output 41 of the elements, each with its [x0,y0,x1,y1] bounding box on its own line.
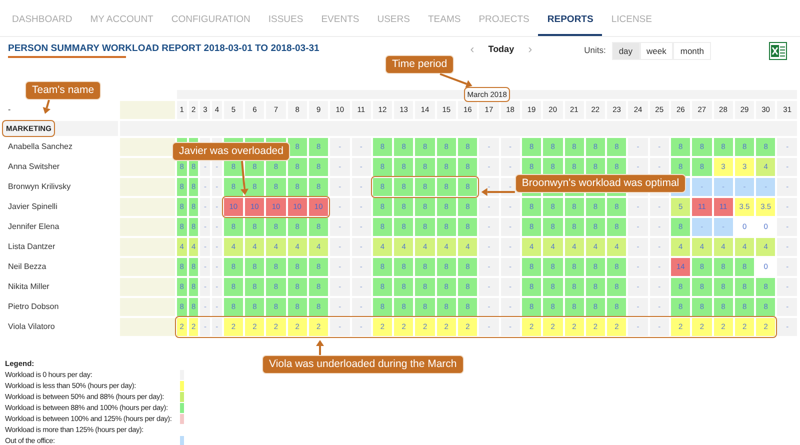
nav-tab[interactable]: EVENTS [312,14,368,36]
spacer-cell [119,177,176,197]
callout-arrow [240,160,248,195]
nav-tab[interactable]: REPORTS [538,14,602,36]
next-button[interactable]: › [521,42,540,56]
callout-arrow [481,188,515,196]
unit-button[interactable]: week [640,42,674,60]
unit-button[interactable]: day [612,42,640,60]
spacer-cell [119,197,176,217]
spacer-cell [119,297,176,317]
spacer-cell [119,237,176,257]
nav-tab[interactable]: LICENSE [602,14,661,36]
callout: Viola was underloaded during the March [262,355,464,374]
nav-tab[interactable]: TEAMS [418,14,470,36]
spacer-cell [119,257,176,277]
today-button[interactable]: Today [481,42,522,56]
callout: Time period [385,55,454,74]
report-title: PERSON SUMMARY WORKLOAD REPORT 2018-03-01 TO 2018-03-31 [8,43,320,55]
nav-tab[interactable]: CONFIGURATION [162,14,260,36]
nav-tab[interactable]: ISSUES [259,14,312,36]
units-label: Units: [584,44,606,57]
callout: Team's name [25,81,102,100]
highlight-frame [464,87,510,102]
callout-arrow [316,340,324,355]
callout: Broonwyn's workload was optimal [514,174,686,193]
nav-tab[interactable]: PROJECTS [470,14,538,36]
spacer-cell [119,217,176,237]
highlight-frame [2,120,56,137]
nav-tab[interactable]: MY ACCOUNT [81,14,162,36]
spacer-cell [119,100,176,120]
previous-button[interactable]: ‹ [463,42,482,56]
spacer-cell [119,277,176,297]
unit-button[interactable]: month [673,42,711,60]
spreadsheet-export-icon[interactable] [769,42,787,60]
nav-tab[interactable]: DASHBOARD [3,14,82,36]
nav-tab[interactable]: USERS [368,14,419,36]
callout-arrow [440,73,472,88]
spacer-cell [119,317,176,337]
callout-arrow [42,100,50,114]
callout: Javier was overloaded [172,142,290,161]
spacer-cell [119,157,176,177]
